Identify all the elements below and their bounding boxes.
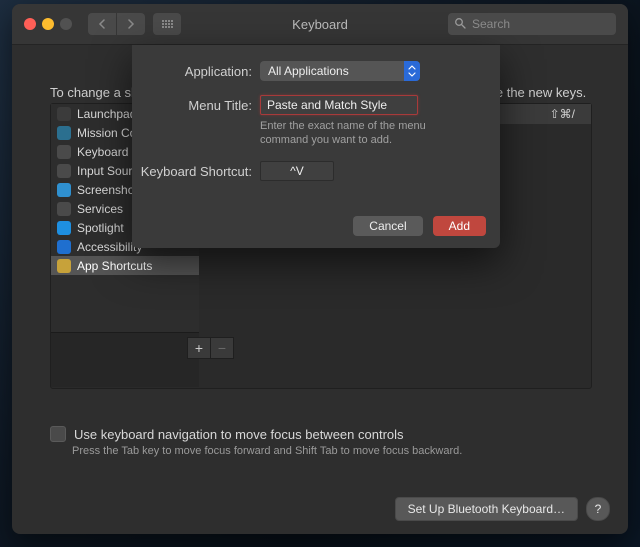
window-body: To change a shortcut, select it, double-…: [12, 45, 628, 535]
sidebar-item-icon: [57, 164, 71, 178]
preferences-window: Keyboard To change a shortcut, select it…: [12, 4, 628, 534]
sidebar-item-icon: [57, 183, 71, 197]
sidebar-item-label: Services: [77, 202, 123, 216]
application-value: All Applications: [268, 64, 349, 78]
sidebar-item-icon: [57, 221, 71, 235]
help-button[interactable]: ?: [586, 497, 610, 521]
shortcut-key: ⇧⌘/: [550, 107, 575, 121]
close-window-button[interactable]: [24, 18, 36, 30]
remove-shortcut-button: −: [211, 337, 234, 359]
keyboard-nav-hint: Press the Tab key to move focus forward …: [72, 445, 462, 457]
sidebar-empty-area: [51, 332, 199, 387]
minimize-window-button[interactable]: [42, 18, 54, 30]
titlebar: Keyboard: [12, 4, 628, 45]
add-remove-buttons: + −: [187, 337, 234, 359]
sidebar-item-label: Spotlight: [77, 221, 124, 235]
sidebar-item-label: App Shortcuts: [77, 259, 152, 273]
shortcut-input[interactable]: ^V: [260, 161, 334, 181]
sidebar-item-icon: [57, 107, 71, 121]
menu-title-label: Menu Title:: [132, 98, 252, 113]
sidebar-item-icon: [57, 240, 71, 254]
nav-buttons: [88, 13, 145, 35]
chevron-up-down-icon: [404, 61, 420, 81]
menu-title-input[interactable]: Paste and Match Style: [260, 95, 418, 115]
sidebar-item[interactable]: App Shortcuts: [51, 256, 199, 275]
sidebar-item-icon: [57, 202, 71, 216]
add-button[interactable]: Add: [433, 216, 486, 236]
grid-icon: [162, 20, 173, 28]
back-button[interactable]: [88, 13, 116, 35]
application-select[interactable]: All Applications: [260, 61, 420, 81]
add-shortcut-sheet: Application: All Applications Menu Title…: [132, 45, 500, 248]
shortcut-label: Keyboard Shortcut:: [132, 164, 252, 179]
footer: Set Up Bluetooth Keyboard… ?: [395, 497, 610, 521]
sidebar-item-icon: [57, 126, 71, 140]
forward-button[interactable]: [117, 13, 145, 35]
sidebar-item-icon: [57, 259, 71, 273]
bluetooth-keyboard-button[interactable]: Set Up Bluetooth Keyboard…: [395, 497, 578, 521]
search-icon: [454, 17, 466, 32]
keyboard-nav-row: Use keyboard navigation to move focus be…: [50, 426, 404, 442]
sidebar-item-label: Keyboard: [77, 145, 128, 159]
menu-title-help: Enter the exact name of the menu command…: [260, 119, 460, 147]
search-input[interactable]: [470, 16, 610, 32]
show-all-button[interactable]: [153, 13, 181, 35]
add-shortcut-button[interactable]: +: [187, 337, 211, 359]
cancel-button[interactable]: Cancel: [353, 216, 422, 236]
keyboard-nav-checkbox[interactable]: [50, 426, 66, 442]
application-label: Application:: [132, 64, 252, 79]
sidebar-item-icon: [57, 145, 71, 159]
window-controls: [24, 18, 72, 30]
search-field-wrap[interactable]: [448, 13, 616, 35]
zoom-window-button: [60, 18, 72, 30]
keyboard-nav-label: Use keyboard navigation to move focus be…: [74, 427, 404, 442]
